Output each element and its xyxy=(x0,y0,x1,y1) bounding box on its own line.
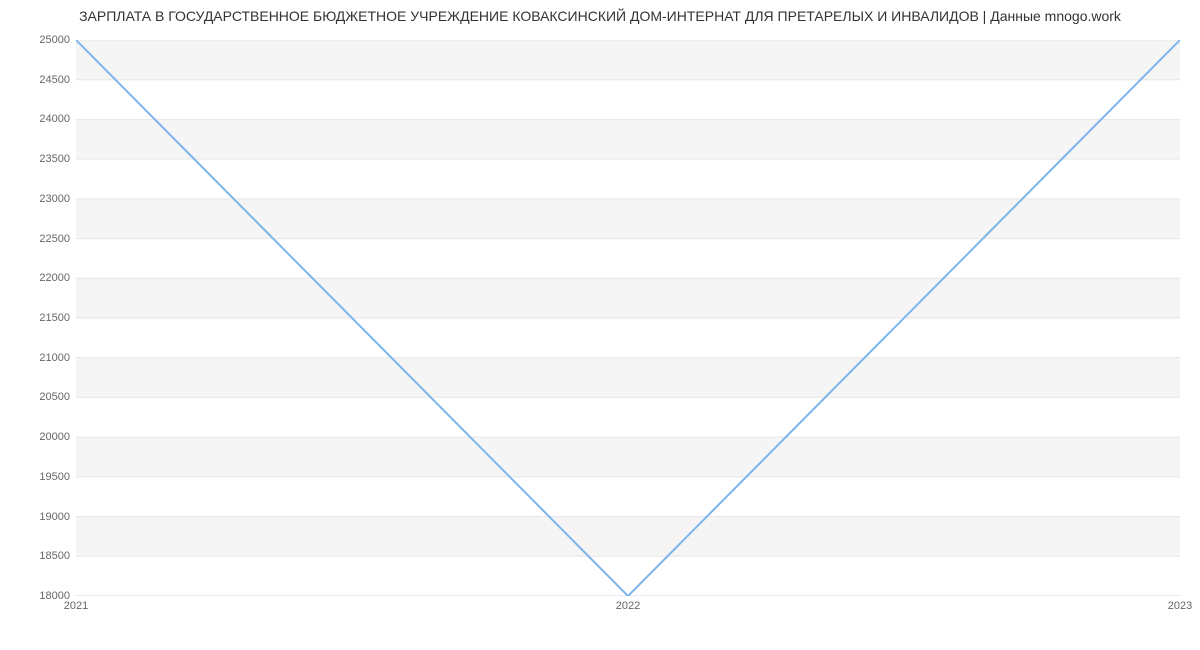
chart-container: ЗАРПЛАТА В ГОСУДАРСТВЕННОЕ БЮДЖЕТНОЕ УЧР… xyxy=(0,0,1200,620)
y-tick-label: 19000 xyxy=(10,511,70,523)
y-tick-label: 24500 xyxy=(10,74,70,86)
y-tick-label: 23000 xyxy=(10,193,70,205)
y-tick-label: 25000 xyxy=(10,34,70,46)
y-tick-label: 21500 xyxy=(10,312,70,324)
chart-svg xyxy=(76,40,1180,596)
y-tick-label: 21000 xyxy=(10,352,70,364)
y-tick-label: 19500 xyxy=(10,471,70,483)
y-tick-label: 20500 xyxy=(10,391,70,403)
y-tick-label: 20000 xyxy=(10,431,70,443)
plot-area xyxy=(76,40,1180,596)
y-tick-label: 22000 xyxy=(10,272,70,284)
y-tick-label: 18500 xyxy=(10,550,70,562)
x-tick-label: 2021 xyxy=(64,600,88,612)
chart-title: ЗАРПЛАТА В ГОСУДАРСТВЕННОЕ БЮДЖЕТНОЕ УЧР… xyxy=(0,8,1200,24)
y-tick-label: 23500 xyxy=(10,153,70,165)
y-tick-label: 18000 xyxy=(10,590,70,602)
y-tick-label: 22500 xyxy=(10,233,70,245)
x-tick-label: 2023 xyxy=(1168,600,1192,612)
x-tick-label: 2022 xyxy=(616,600,640,612)
y-tick-label: 24000 xyxy=(10,113,70,125)
